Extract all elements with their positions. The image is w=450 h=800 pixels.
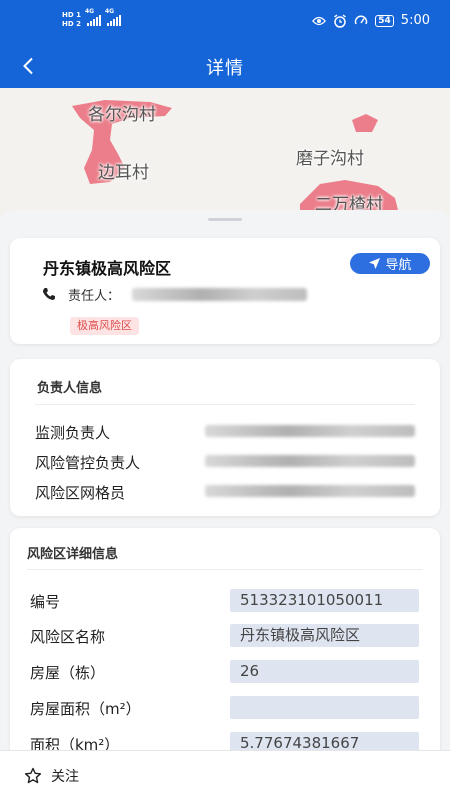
battery-icon: 54 bbox=[375, 14, 394, 27]
follow-label: 关注 bbox=[51, 769, 79, 785]
redacted-value bbox=[205, 455, 415, 467]
navigate-button[interactable]: 导航 bbox=[350, 253, 430, 274]
clock: 5:00 bbox=[400, 13, 430, 28]
detail-sheet[interactable]: 丹东镇极高风险区 导航 责任人： 极高风险区 负责人信息 监测负责人 风险管控负… bbox=[0, 210, 450, 760]
field-value: 丹东镇极高风险区 bbox=[230, 624, 419, 647]
field-value bbox=[230, 696, 419, 719]
nav-bar: 详情 bbox=[0, 44, 450, 88]
sim1-label: HD 1 bbox=[62, 11, 81, 19]
field-label: 房屋（栋） bbox=[30, 664, 106, 682]
area-card: 丹东镇极高风险区 导航 责任人： 极高风险区 bbox=[10, 238, 440, 344]
map-label-village-1: 各尔沟村 bbox=[88, 105, 156, 125]
map-label-village-2: 边耳村 bbox=[98, 163, 149, 183]
network-type-1: 4G bbox=[84, 8, 95, 15]
status-bar: HD 1 HD 2 4G 4G 54 5:00 bbox=[0, 0, 450, 44]
form-row: 房屋面积（m²） bbox=[30, 696, 420, 720]
section-title: 负责人信息 bbox=[37, 381, 103, 396]
star-outline-icon bbox=[24, 767, 42, 784]
redacted-value bbox=[205, 485, 415, 497]
field-value: 513323101050011 bbox=[230, 589, 419, 612]
sim2-label: HD 2 bbox=[62, 20, 81, 28]
info-label: 风险区网格员 bbox=[35, 484, 126, 502]
section-title: 风险区详细信息 bbox=[27, 547, 119, 562]
area-title: 丹东镇极高风险区 bbox=[43, 259, 172, 278]
speedometer-icon bbox=[354, 14, 368, 28]
info-label: 风险管控负责人 bbox=[35, 454, 141, 472]
signal-icon-2: 4G bbox=[105, 8, 121, 26]
redacted-value bbox=[205, 425, 415, 437]
redacted-responsible bbox=[132, 288, 307, 301]
bottom-bar: 关注 bbox=[0, 750, 450, 800]
signal-icon: 4G bbox=[85, 8, 101, 26]
info-row: 风险管控负责人 bbox=[35, 450, 415, 472]
form-row: 房屋（栋） 26 bbox=[30, 660, 420, 684]
follow-button[interactable]: 关注 bbox=[24, 766, 79, 786]
field-label: 编号 bbox=[30, 593, 61, 611]
network-type-2: 4G bbox=[104, 8, 115, 15]
navigation-arrow-icon bbox=[369, 258, 381, 269]
field-label: 风险区名称 bbox=[30, 628, 106, 646]
risk-level-badge: 极高风险区 bbox=[70, 317, 139, 335]
info-row: 监测负责人 bbox=[35, 420, 415, 442]
info-label: 监测负责人 bbox=[35, 424, 111, 442]
drag-handle[interactable] bbox=[208, 218, 242, 221]
divider bbox=[35, 404, 415, 405]
detail-info-card: 风险区详细信息 编号 513323101050011 风险区名称 丹东镇极高风险… bbox=[10, 528, 440, 760]
hd-labels: HD 1 HD 2 bbox=[62, 11, 81, 29]
phone-icon bbox=[42, 286, 56, 300]
divider bbox=[27, 569, 423, 570]
map-label-village-3: 磨子沟村 bbox=[296, 149, 364, 169]
form-row: 编号 513323101050011 bbox=[30, 589, 420, 613]
navigate-label: 导航 bbox=[385, 258, 412, 273]
page-title: 详情 bbox=[206, 58, 244, 79]
status-right: 54 5:00 bbox=[312, 13, 430, 28]
eye-icon bbox=[312, 14, 327, 28]
map-view[interactable]: 各尔沟村 边耳村 磨子沟村 二万楂村 bbox=[0, 88, 450, 218]
field-value: 26 bbox=[230, 660, 419, 683]
responsible-label: 责任人： bbox=[68, 289, 121, 304]
info-row: 风险区网格员 bbox=[35, 480, 415, 502]
alarm-icon bbox=[333, 13, 347, 28]
form-row: 风险区名称 丹东镇极高风险区 bbox=[30, 624, 420, 648]
person-info-card: 负责人信息 监测负责人 风险管控负责人 风险区网格员 bbox=[10, 359, 440, 516]
signal-indicators: HD 1 HD 2 4G 4G bbox=[62, 8, 121, 29]
field-label: 房屋面积（m²） bbox=[30, 700, 141, 718]
